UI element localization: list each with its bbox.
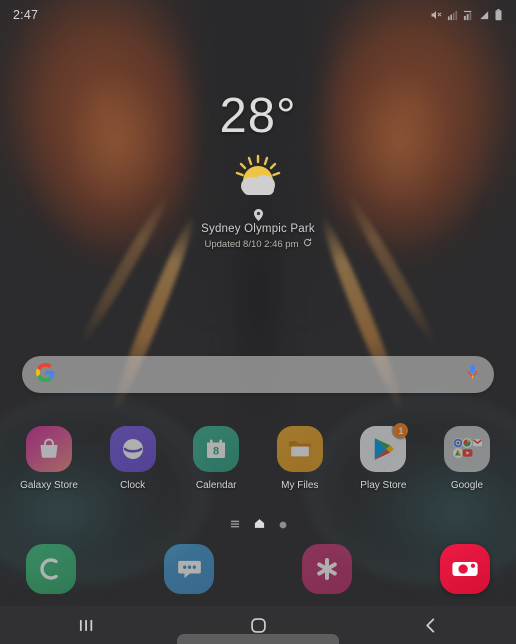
calendar-day: 8 [213, 446, 219, 458]
camera-icon[interactable] [440, 544, 490, 594]
app-galaxy-store[interactable]: Galaxy Store [12, 426, 86, 491]
clock-icon[interactable] [109, 426, 156, 472]
weather-location: Sydney Olympic Park [201, 223, 315, 235]
app-label: Galaxy Store [20, 480, 78, 491]
play-store-icon[interactable]: 1 [360, 423, 409, 472]
recents-icon[interactable] [48, 606, 124, 644]
status-badge: 1 [393, 423, 409, 438]
partly-cloudy-icon [0, 153, 516, 199]
app-label: Google [450, 480, 484, 491]
app-label: Clock [120, 480, 146, 491]
app-google-folder[interactable]: Google [430, 426, 504, 491]
app-grid: Galaxy Store Clock 8 Calendar My Files 1… [12, 423, 504, 491]
refresh-icon[interactable] [303, 238, 312, 250]
gallery-icon[interactable] [302, 544, 352, 594]
phone-icon[interactable] [26, 544, 76, 594]
app-my-files[interactable]: My Files [263, 426, 337, 491]
weather-widget[interactable]: 28° Sydney Olympic Park Updated 8/10 2:4… [0, 92, 516, 250]
page-dot-icon[interactable] [279, 516, 287, 534]
app-label: Calendar [195, 480, 237, 491]
page-indicator [0, 516, 516, 534]
status-bar-clock: 2:47 [13, 8, 39, 22]
home-screen: 2:47 28° Sydney Olympic Park Updated 8/1… [0, 0, 516, 644]
calendar-icon[interactable]: 8 [193, 426, 240, 472]
mute-icon [430, 9, 442, 21]
app-label: My Files [281, 480, 319, 491]
signal-bars-alt-icon [463, 10, 474, 21]
google-g-icon [36, 362, 55, 387]
microphone-icon[interactable] [465, 364, 480, 386]
weather-updated-row: Updated 8/10 2:46 pm [0, 238, 516, 250]
weather-updated-text: Updated 8/10 2:46 pm [204, 238, 299, 250]
app-clock[interactable]: Clock [96, 426, 170, 491]
back-icon[interactable] [392, 606, 468, 644]
google-folder-icon[interactable] [443, 426, 490, 472]
status-bar[interactable]: 2:47 [0, 0, 516, 30]
status-bar-icons [430, 9, 503, 21]
signal-bars-icon [447, 10, 458, 21]
wifi-signal-icon [479, 10, 489, 20]
app-label: Play Store [360, 480, 407, 491]
messages-icon[interactable] [164, 544, 214, 594]
weather-temperature: 28° [219, 89, 297, 143]
location-pin-icon [0, 209, 516, 221]
app-calendar[interactable]: 8 Calendar [179, 426, 253, 491]
app-play-store[interactable]: 1 Play Store [346, 423, 420, 491]
apps-list-icon[interactable] [230, 516, 240, 534]
gesture-hint-bar[interactable] [177, 634, 339, 644]
my-files-icon[interactable] [276, 426, 323, 472]
galaxy-store-icon[interactable] [26, 426, 72, 472]
home-page-icon[interactable] [254, 516, 265, 534]
dock [26, 540, 490, 598]
google-search-bar[interactable] [22, 356, 494, 393]
battery-icon [494, 9, 503, 21]
